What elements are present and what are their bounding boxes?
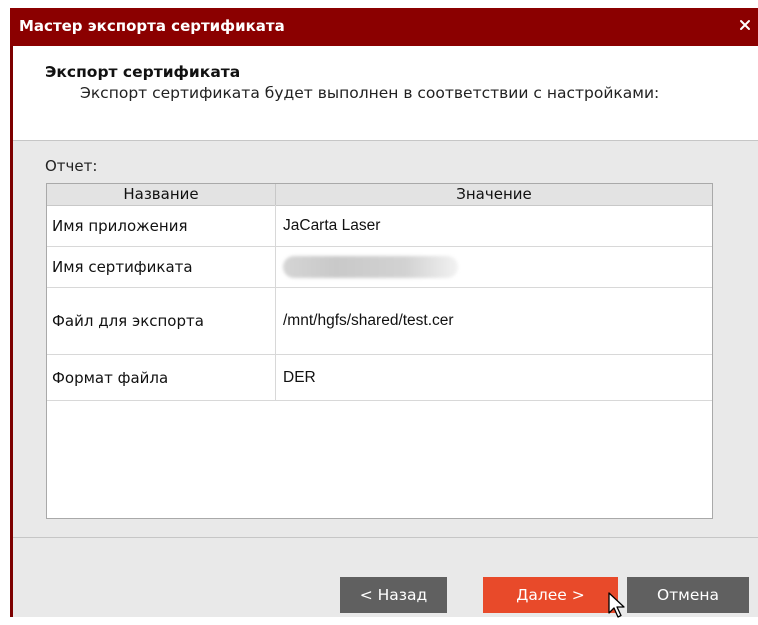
row-name-cell: Файл для экспорта [47, 288, 276, 354]
row-value-cell: JaCarta Laser [283, 216, 381, 234]
wizard-content: Отчет: Название Значение Имя приложения … [13, 141, 758, 537]
row-name-cell: Формат файла [47, 355, 276, 400]
table-row[interactable]: Формат файла DER [47, 355, 712, 401]
page-subtitle: Экспорт сертификата будет выполнен в соо… [80, 84, 660, 102]
cancel-button[interactable]: Отмена [627, 577, 749, 613]
title-bar: Мастер экспорта сертификата [10, 8, 758, 46]
row-name-cell: Имя сертификата [47, 247, 276, 287]
column-header-name[interactable]: Название [47, 184, 276, 205]
close-icon [738, 17, 752, 36]
row-value-cell-redacted [276, 247, 712, 287]
next-button[interactable]: Далее > [483, 577, 618, 613]
back-button[interactable]: < Назад [340, 577, 447, 613]
export-wizard-window: Мастер экспорта сертификата Экспорт серт… [10, 8, 758, 618]
table-row[interactable]: Файл для экспорта /mnt/hgfs/shared/test.… [47, 288, 712, 355]
table-header: Название Значение [47, 184, 712, 206]
table-row[interactable]: Имя сертификата [47, 247, 712, 288]
table-row[interactable]: Имя приложения JaCarta Laser [47, 205, 712, 247]
close-button[interactable] [735, 14, 755, 38]
row-value-cell: /mnt/hgfs/shared/test.cer [283, 312, 454, 329]
column-header-value[interactable]: Значение [276, 184, 712, 205]
wizard-header: Экспорт сертификата Экспорт сертификата … [13, 46, 758, 141]
report-label: Отчет: [45, 157, 98, 175]
page-title: Экспорт сертификата [45, 63, 241, 81]
window-title: Мастер экспорта сертификата [19, 17, 285, 35]
footer-divider [13, 537, 758, 538]
report-table[interactable]: Название Значение Имя приложения JaCarta… [46, 183, 713, 519]
row-value-cell: DER [283, 368, 316, 386]
redacted-value [283, 256, 458, 278]
row-name-cell: Имя приложения [47, 205, 276, 246]
